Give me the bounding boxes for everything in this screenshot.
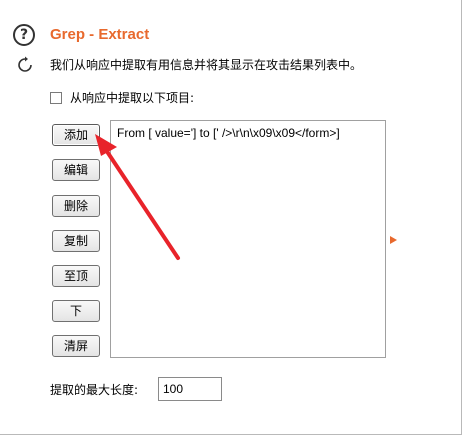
refresh-icon[interactable] [16,56,34,74]
section-title: Grep - Extract [50,26,150,43]
grep-extract-panel: ? Grep - Extract 我们从响应中提取有用信息并将其显示在攻击结果列… [0,0,462,435]
delete-button[interactable]: 删除 [52,195,100,217]
help-icon[interactable]: ? [13,24,35,46]
extract-checkbox[interactable] [50,91,62,104]
clear-button[interactable]: 清屏 [52,335,100,357]
max-length-label: 提取的最大长度: [50,383,139,397]
extract-option-row[interactable]: 从响应中提取以下项目: [50,89,194,106]
extract-items-list[interactable]: From [ value='] to [' />\r\n\x09\x09</fo… [110,120,386,358]
edit-button[interactable]: 编辑 [52,159,100,181]
section-description: 我们从响应中提取有用信息并将其显示在攻击结果列表中。 [50,58,363,72]
expand-arrow-icon[interactable] [390,236,397,244]
move-top-button[interactable]: 至顶 [52,265,100,287]
copy-button[interactable]: 复制 [52,230,100,252]
add-button[interactable]: 添加 [52,124,100,146]
extract-checkbox-label: 从响应中提取以下项目: [70,91,195,105]
list-item[interactable]: From [ value='] to [' />\r\n\x09\x09</fo… [117,126,340,140]
move-down-button[interactable]: 下 [52,300,100,322]
max-length-input[interactable] [158,377,222,401]
